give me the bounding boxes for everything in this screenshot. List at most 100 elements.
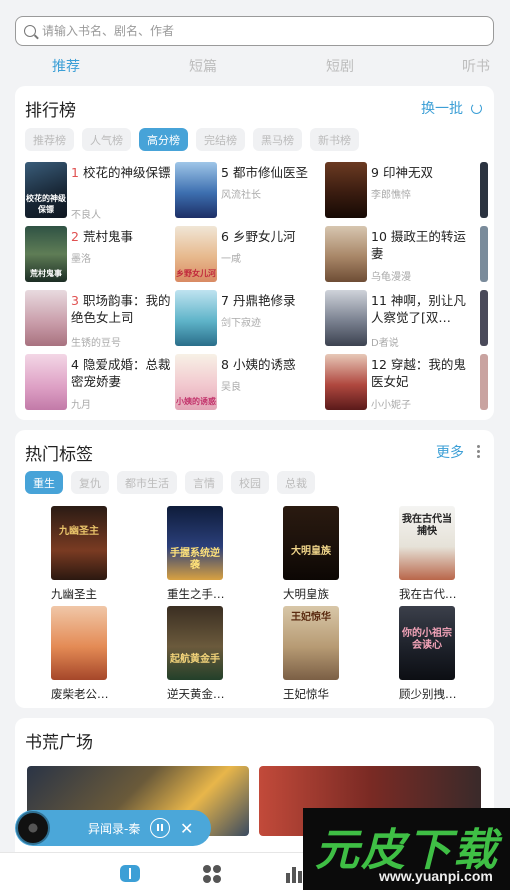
tag-campus[interactable]: 校园	[231, 471, 269, 494]
tag-book-title: 大明皇族	[283, 587, 329, 601]
filter-popular[interactable]: 人气榜	[82, 128, 131, 151]
cover-text: 王妃惊华	[291, 612, 331, 623]
rank-number: 7	[221, 293, 229, 308]
rank-title: 8 小姨的诱惑	[221, 356, 325, 373]
rank-title: 7 丹鼎艳修录	[221, 292, 325, 309]
tab-recommend[interactable]: 推荐	[52, 56, 80, 76]
search-input[interactable]	[42, 24, 493, 38]
ranking-card: 排行榜 换一批 推荐榜 人气榜 高分榜 完结榜 黑马榜 新书榜 校花的神级保镖 …	[15, 86, 494, 420]
cover-text: 你的小祖宗会读心	[402, 628, 452, 651]
player-cover-disc	[16, 811, 50, 845]
watermark-url: www.yuanpi.com	[379, 868, 493, 884]
filter-recommend[interactable]: 推荐榜	[25, 128, 74, 151]
rank-title: 6 乡野女儿河	[221, 228, 325, 245]
book-cover	[25, 354, 67, 410]
filter-new[interactable]: 新书榜	[310, 128, 359, 151]
category-icon[interactable]	[203, 865, 221, 883]
rank-item[interactable]: 9 印神无双 李郎憔悴	[325, 162, 475, 220]
cover-text: 乡野女儿河	[176, 269, 216, 278]
search-bar[interactable]	[15, 16, 494, 46]
tag-book-title: 顾少别拽…	[399, 687, 457, 701]
audio-player[interactable]: 异闻录-秦 ✕	[15, 810, 211, 846]
rank-number: 1	[71, 165, 79, 180]
rank-item[interactable]: 5 都市修仙医圣 风流社长	[175, 162, 325, 220]
rank-book-title: 乡野女儿河	[232, 229, 296, 244]
tab-short-drama[interactable]: 短剧	[326, 56, 354, 76]
book-plaza-title: 书荒广场	[25, 733, 93, 753]
book-cover: 王妃惊华	[283, 606, 339, 680]
tag-book-title: 废柴老公…	[51, 687, 109, 701]
cover-text: 荒村鬼事	[30, 269, 62, 278]
book-cover	[51, 606, 107, 680]
rank-book-title: 隐爱成婚：总裁密宠娇妻	[71, 357, 171, 389]
rank-item[interactable]: 4 隐爱成婚：总裁密宠娇妻 九月	[25, 354, 175, 412]
book-cover	[175, 162, 217, 218]
rank-item[interactable]: 3 职场韵事：我的绝色女上司 生锈的豆号	[25, 290, 175, 349]
refresh-button[interactable]: 换一批	[421, 98, 482, 118]
rank-title: 2 荒村鬼事	[71, 228, 175, 245]
book-cover	[325, 354, 367, 410]
rank-item[interactable]: 11 神啊，别让凡人察觉了[双… D者说	[325, 290, 475, 349]
tag-urban-life[interactable]: 都市生活	[117, 471, 177, 494]
tab-short-story[interactable]: 短篇	[189, 56, 217, 76]
close-icon[interactable]: ✕	[180, 819, 193, 838]
more-button[interactable]: 更多	[436, 442, 464, 462]
pause-icon[interactable]	[150, 818, 170, 838]
rank-number: 9	[371, 165, 379, 180]
rank-item[interactable]: 12 穿越：我的鬼医女妃 小小妮子	[325, 354, 475, 412]
rank-book-title: 职场韵事：我的绝色女上司	[71, 293, 171, 325]
rank-author: 风流社长	[221, 190, 261, 201]
filter-dark-horse[interactable]: 黑马榜	[253, 128, 302, 151]
rank-author: D者说	[371, 338, 399, 349]
filter-completed[interactable]: 完结榜	[196, 128, 245, 151]
rank-number: 4	[71, 357, 79, 372]
book-cover: 起航黄金手	[167, 606, 223, 680]
tab-audiobook[interactable]: 听书	[462, 56, 490, 76]
book-cover	[325, 290, 367, 346]
site-watermark: 元皮下载 www.yuanpi.com	[303, 808, 510, 890]
rank-author: 吴良	[221, 382, 241, 393]
rank-item[interactable]: 乡野女儿河 6 乡野女儿河 一咸	[175, 226, 325, 284]
tag-rebirth[interactable]: 重生	[25, 471, 63, 494]
rank-item[interactable]: 小姨的诱惑 8 小姨的诱惑 吴良	[175, 354, 325, 412]
tag-ceo[interactable]: 总裁	[277, 471, 315, 494]
rank-item[interactable]: 校花的神级保镖 1 校花的神级保镖 不良人	[25, 162, 175, 221]
tag-book-title: 王妃惊华	[283, 687, 329, 701]
rank-author: 剑下寂迹	[221, 318, 261, 329]
book-cover: 大明皇族	[283, 506, 339, 580]
book-cover-partial	[480, 354, 488, 410]
rank-item[interactable]: 荒村鬼事 2 荒村鬼事 墨洛	[25, 226, 175, 284]
book-cover: 荒村鬼事	[25, 226, 67, 282]
rank-item[interactable]: 10 摄政王的转运妻 乌龟漫漫	[325, 226, 475, 284]
rank-author: 小小妮子	[371, 400, 411, 411]
player-title: 异闻录-秦	[88, 821, 141, 836]
rank-number: 2	[71, 229, 79, 244]
rank-number: 5	[221, 165, 229, 180]
rank-number: 6	[221, 229, 229, 244]
rank-number: 10	[371, 229, 387, 244]
rank-title: 5 都市修仙医圣	[221, 164, 325, 181]
rank-title: 4 隐爱成婚：总裁密宠娇妻	[71, 356, 175, 390]
ranking-icon[interactable]	[286, 865, 304, 883]
more-menu-icon[interactable]	[477, 445, 480, 458]
tag-romance[interactable]: 言情	[185, 471, 223, 494]
refresh-label: 换一批	[421, 101, 463, 117]
book-cover	[175, 290, 217, 346]
rank-author: 不良人	[71, 210, 101, 221]
rank-item[interactable]: 7 丹鼎艳修录 剑下寂迹	[175, 290, 325, 348]
rank-number: 12	[371, 357, 387, 372]
rank-title: 1 校花的神级保镖	[71, 164, 175, 181]
book-cover	[325, 162, 367, 218]
rank-book-title: 丹鼎艳修录	[232, 293, 296, 308]
bookshelf-icon[interactable]	[120, 865, 140, 882]
cover-text: 九幽圣主	[59, 526, 99, 537]
tag-revenge[interactable]: 复仇	[71, 471, 109, 494]
filter-high-score[interactable]: 高分榜	[139, 128, 188, 151]
book-cover	[25, 290, 67, 346]
rank-number: 8	[221, 357, 229, 372]
rank-number: 11	[371, 293, 387, 308]
rank-book-title: 小姨的诱惑	[232, 357, 296, 372]
tag-book-title: 重生之手…	[167, 587, 225, 601]
book-cover: 乡野女儿河	[175, 226, 217, 282]
rank-title: 12 穿越：我的鬼医女妃	[371, 356, 475, 390]
